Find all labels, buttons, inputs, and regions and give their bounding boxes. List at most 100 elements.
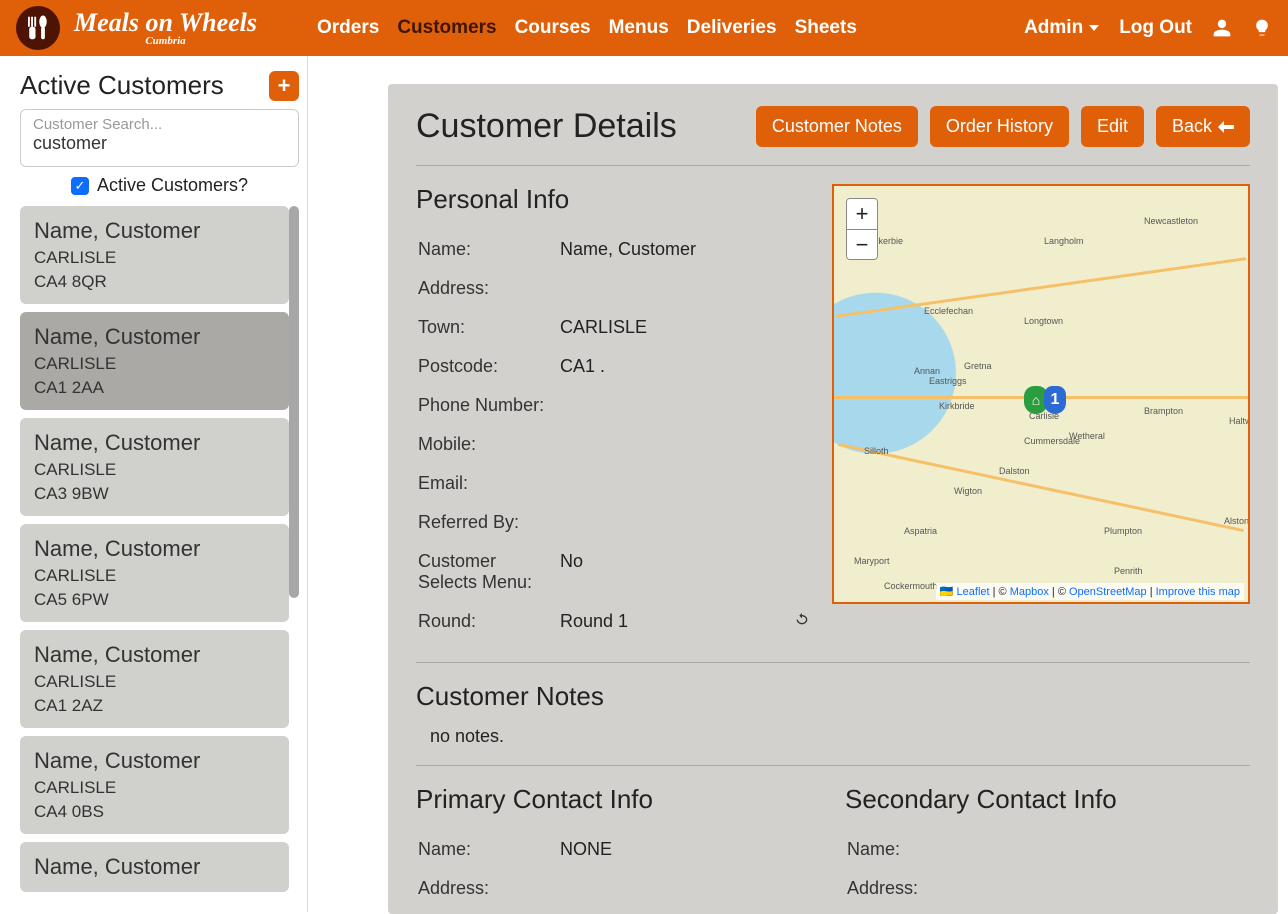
customer-list: Name, CustomerCARLISLECA4 8QRName, Custo…: [20, 206, 299, 912]
label-name: Name:: [418, 231, 558, 268]
map[interactable]: LockerbieLangholmNewcastletonAnnanGretna…: [832, 184, 1250, 604]
value-referred: [560, 504, 810, 541]
scrollbar[interactable]: [289, 206, 299, 598]
map-town-label: Penrith: [1114, 566, 1143, 576]
no-notes-text: no notes.: [430, 726, 1250, 747]
primary-contact-table: Name:NONE Address:: [416, 829, 821, 909]
customer-name: Name, Customer: [34, 854, 275, 880]
value-town: CARLISLE: [560, 309, 810, 346]
secondary-addr-label: Address:: [847, 870, 987, 907]
map-town-label: Plumpton: [1104, 526, 1142, 536]
map-town-label: Annan: [914, 366, 940, 376]
customer-name: Name, Customer: [34, 748, 275, 774]
map-town-label: Langholm: [1044, 236, 1084, 246]
map-town-label: Silloth: [864, 446, 889, 456]
sidebar-title: Active Customers: [20, 70, 224, 101]
nav-courses[interactable]: Courses: [515, 17, 591, 39]
right-nav: Admin Log Out: [1024, 17, 1272, 39]
map-zoom: + −: [846, 198, 878, 260]
map-town-label: Haltwhistle: [1229, 416, 1250, 426]
secondary-heading: Secondary Contact Info: [845, 784, 1250, 815]
details-panel: Customer Details Customer Notes Order Hi…: [388, 84, 1278, 914]
nav-sheets[interactable]: Sheets: [795, 17, 857, 39]
label-email: Email:: [418, 465, 558, 502]
map-town-label: Ecclefechan: [924, 306, 973, 316]
map-town-label: Alston: [1224, 516, 1249, 526]
map-marker: ⌂ 1: [1024, 386, 1066, 414]
back-button[interactable]: Back: [1156, 106, 1250, 147]
page-title: Customer Details: [416, 107, 677, 146]
nav-deliveries[interactable]: Deliveries: [687, 17, 777, 39]
customer-postcode: CA1 2AA: [34, 378, 275, 398]
edit-button[interactable]: Edit: [1081, 106, 1144, 147]
label-mobile: Mobile:: [418, 426, 558, 463]
customer-postcode: CA4 8QR: [34, 272, 275, 292]
nav-orders[interactable]: Orders: [317, 17, 379, 39]
map-town-label: Cummersdale: [1024, 436, 1080, 446]
customer-list-item[interactable]: Name, CustomerCARLISLECA1 2AA: [20, 312, 289, 410]
value-phone: [560, 387, 810, 424]
value-round: Round 1: [560, 611, 628, 631]
map-town-label: Newcastleton: [1144, 216, 1198, 226]
label-round: Round:: [418, 603, 558, 640]
logout-link[interactable]: Log Out: [1119, 17, 1192, 39]
refresh-icon[interactable]: [794, 611, 810, 627]
customer-name: Name, Customer: [34, 430, 275, 456]
brand-title: Meals on Wheels: [74, 8, 257, 37]
add-customer-button[interactable]: +: [269, 71, 299, 101]
label-phone: Phone Number:: [418, 387, 558, 424]
customer-postcode: CA3 9BW: [34, 484, 275, 504]
zoom-in-button[interactable]: +: [847, 199, 877, 229]
label-selects-menu: Customer Selects Menu:: [418, 543, 558, 601]
value-postcode: CA1 .: [560, 348, 810, 385]
customer-name: Name, Customer: [34, 642, 275, 668]
user-icon[interactable]: [1212, 18, 1232, 38]
primary-name-label: Name:: [418, 831, 558, 868]
map-town-label: Wigton: [954, 486, 982, 496]
customer-name: Name, Customer: [34, 218, 275, 244]
customer-postcode: CA4 0BS: [34, 802, 275, 822]
improve-map-link[interactable]: Improve this map: [1156, 586, 1240, 598]
secondary-name-value: [989, 831, 1248, 868]
value-mobile: [560, 426, 810, 463]
customer-name: Name, Customer: [34, 324, 275, 350]
customer-list-item[interactable]: Name, CustomerCARLISLECA4 0BS: [20, 736, 289, 834]
active-checkbox[interactable]: ✓: [71, 177, 89, 195]
map-attribution: 🇺🇦 Leaflet | © Mapbox | © OpenStreetMap …: [936, 583, 1244, 600]
customer-postcode: CA1 2AZ: [34, 696, 275, 716]
personal-info-table: Name:Name, Customer Address: Town:CARLIS…: [416, 229, 812, 642]
primary-addr-label: Address:: [418, 870, 558, 907]
logo: [16, 6, 60, 50]
order-history-button[interactable]: Order History: [930, 106, 1069, 147]
customer-postcode: CA5 6PW: [34, 590, 275, 610]
customer-list-item[interactable]: Name, Customer: [20, 842, 289, 892]
leaflet-link[interactable]: Leaflet: [957, 586, 990, 598]
customer-name: Name, Customer: [34, 536, 275, 562]
nav-menus[interactable]: Menus: [609, 17, 669, 39]
label-postcode: Postcode:: [418, 348, 558, 385]
customer-list-item[interactable]: Name, CustomerCARLISLECA5 6PW: [20, 524, 289, 622]
search-input[interactable]: Customer Search... customer: [20, 109, 299, 167]
map-town-label: Aspatria: [904, 526, 937, 536]
mapbox-link[interactable]: Mapbox: [1010, 586, 1049, 598]
map-town-label: Gretna: [964, 361, 992, 371]
label-referred: Referred By:: [418, 504, 558, 541]
admin-dropdown[interactable]: Admin: [1024, 17, 1099, 39]
secondary-contact-table: Name: Address:: [845, 829, 1250, 909]
top-bar: Meals on Wheels Cumbria Orders Customers…: [0, 0, 1288, 56]
value-selects-menu: No: [560, 543, 810, 601]
customer-list-item[interactable]: Name, CustomerCARLISLECA3 9BW: [20, 418, 289, 516]
map-town-label: Longtown: [1024, 316, 1063, 326]
main-nav: Orders Customers Courses Menus Deliverie…: [317, 17, 857, 39]
customer-list-item[interactable]: Name, CustomerCARLISLECA1 2AZ: [20, 630, 289, 728]
osm-link[interactable]: OpenStreetMap: [1069, 586, 1147, 598]
customer-notes-button[interactable]: Customer Notes: [756, 106, 918, 147]
active-label: Active Customers?: [97, 175, 248, 196]
primary-addr-value: [560, 870, 819, 907]
nav-customers[interactable]: Customers: [397, 17, 496, 39]
map-town-label: Cockermouth: [884, 581, 938, 591]
value-name: Name, Customer: [560, 231, 810, 268]
lightbulb-icon[interactable]: [1252, 18, 1272, 38]
customer-list-item[interactable]: Name, CustomerCARLISLECA4 8QR: [20, 206, 289, 304]
zoom-out-button[interactable]: −: [847, 229, 877, 259]
